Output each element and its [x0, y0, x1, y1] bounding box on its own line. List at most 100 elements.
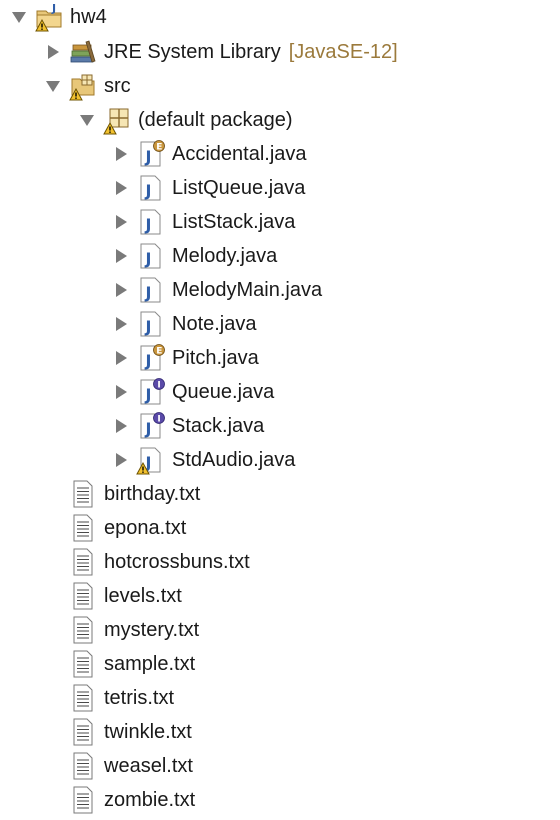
svg-text:J: J	[145, 181, 152, 200]
library-decoration: [JavaSE-12]	[288, 40, 398, 63]
expand-toggle[interactable]	[110, 307, 132, 341]
chevron-right-icon[interactable]	[115, 385, 127, 399]
java-interface-file-icon: JI	[136, 377, 166, 407]
tree-row-default-package[interactable]: (default package)	[76, 103, 293, 137]
text-file-name: weasel.txt	[104, 754, 193, 777]
tree-row-text-file[interactable]: weasel.txt	[42, 749, 193, 783]
tree-row-jre-library[interactable]: JRE System Library [JavaSE-12]	[42, 35, 398, 69]
no-toggle-spacer	[42, 647, 64, 681]
tree-row-text-file[interactable]: birthday.txt	[42, 477, 200, 511]
chevron-right-icon[interactable]	[115, 453, 127, 467]
tree-row-text-file[interactable]: hotcrossbuns.txt	[42, 545, 250, 579]
package-explorer-tree: J hw4 JRE System Library [JavaSE-12] src…	[0, 0, 560, 820]
package-name: (default package)	[138, 108, 293, 131]
java-class-file-icon: J	[136, 241, 166, 271]
collapse-toggle[interactable]	[8, 0, 30, 34]
collapse-toggle[interactable]	[42, 69, 64, 103]
chevron-right-icon[interactable]	[115, 317, 127, 331]
text-file-name: twinkle.txt	[104, 720, 192, 743]
tree-row-text-file[interactable]: zombie.txt	[42, 783, 195, 817]
svg-text:J: J	[145, 147, 152, 166]
java-file-name: Melody.java	[172, 244, 278, 267]
java-file-name: Pitch.java	[172, 346, 259, 369]
tree-row-project[interactable]: J hw4	[8, 0, 107, 34]
expand-toggle[interactable]	[110, 137, 132, 171]
chevron-right-icon[interactable]	[115, 181, 127, 195]
expand-toggle[interactable]	[110, 409, 132, 443]
src-name: src	[104, 74, 131, 97]
no-toggle-spacer	[42, 783, 64, 817]
text-file-name: epona.txt	[104, 516, 187, 539]
no-toggle-spacer	[42, 681, 64, 715]
java-file-name: Queue.java	[172, 380, 275, 403]
chevron-right-icon[interactable]	[47, 45, 59, 59]
text-file-icon	[68, 513, 98, 543]
java-file-name: Accidental.java	[172, 142, 307, 165]
chevron-down-icon[interactable]	[46, 80, 60, 92]
chevron-right-icon[interactable]	[115, 283, 127, 297]
tree-row-java-file[interactable]: J ListQueue.java	[110, 171, 305, 205]
tree-row-java-file[interactable]: J ListStack.java	[110, 205, 295, 239]
no-toggle-spacer	[42, 477, 64, 511]
tree-row-src[interactable]: src	[42, 69, 131, 103]
collapse-toggle[interactable]	[76, 103, 98, 137]
tree-row-text-file[interactable]: mystery.txt	[42, 613, 199, 647]
no-toggle-spacer	[42, 511, 64, 545]
tree-row-java-file[interactable]: J I Stack.java	[110, 409, 264, 443]
tree-row-java-file[interactable]: J I Queue.java	[110, 375, 274, 409]
svg-text:J: J	[51, 2, 56, 15]
chevron-down-icon[interactable]	[80, 114, 94, 126]
tree-row-text-file[interactable]: twinkle.txt	[42, 715, 192, 749]
java-file-name: MelodyMain.java	[172, 278, 323, 301]
chevron-right-icon[interactable]	[115, 215, 127, 229]
expand-toggle[interactable]	[110, 171, 132, 205]
expand-toggle[interactable]	[110, 273, 132, 307]
tree-row-java-file[interactable]: J Note.java	[110, 307, 257, 341]
tree-row-java-file[interactable]: J StdAudio.java	[110, 443, 295, 477]
svg-text:J: J	[145, 385, 152, 404]
tree-row-text-file[interactable]: tetris.txt	[42, 681, 174, 715]
tree-row-java-file[interactable]: J MelodyMain.java	[110, 273, 322, 307]
text-file-icon	[68, 717, 98, 747]
expand-toggle[interactable]	[42, 35, 64, 69]
no-toggle-spacer	[42, 715, 64, 749]
svg-text:I: I	[157, 381, 160, 391]
svg-text:J: J	[145, 283, 152, 302]
java-enum-file-icon: JE	[136, 343, 166, 373]
tree-row-text-file[interactable]: epona.txt	[42, 511, 186, 545]
tree-row-text-file[interactable]: levels.txt	[42, 579, 182, 613]
java-file-name: Stack.java	[172, 414, 265, 437]
chevron-right-icon[interactable]	[115, 147, 127, 161]
chevron-right-icon[interactable]	[115, 249, 127, 263]
expand-toggle[interactable]	[110, 341, 132, 375]
text-file-icon	[68, 479, 98, 509]
svg-text:J: J	[145, 249, 152, 268]
svg-text:I: I	[157, 415, 160, 425]
tree-row-java-file[interactable]: J E Pitch.java	[110, 341, 259, 375]
chevron-down-icon[interactable]	[12, 11, 26, 23]
library-name: JRE System Library	[104, 40, 281, 63]
text-file-icon	[68, 581, 98, 611]
chevron-right-icon[interactable]	[115, 419, 127, 433]
text-file-name: tetris.txt	[104, 686, 175, 709]
java-interface-file-icon: JI	[136, 411, 166, 441]
text-file-name: mystery.txt	[104, 618, 200, 641]
expand-toggle[interactable]	[110, 205, 132, 239]
java-file-name: StdAudio.java	[172, 448, 296, 471]
text-file-name: zombie.txt	[104, 788, 196, 811]
expand-toggle[interactable]	[110, 375, 132, 409]
text-file-name: levels.txt	[104, 584, 182, 607]
text-file-icon	[68, 649, 98, 679]
tree-row-text-file[interactable]: sample.txt	[42, 647, 195, 681]
tree-row-java-file[interactable]: J Melody.java	[110, 239, 277, 273]
java-class-warning-icon: J	[136, 445, 166, 475]
no-toggle-spacer	[42, 613, 64, 647]
expand-toggle[interactable]	[110, 443, 132, 477]
expand-toggle[interactable]	[110, 239, 132, 273]
text-file-icon	[68, 751, 98, 781]
text-file-icon	[68, 547, 98, 577]
tree-row-java-file[interactable]: J E Accidental.java	[110, 137, 307, 171]
source-folder-warning-icon	[68, 71, 98, 101]
no-toggle-spacer	[42, 579, 64, 613]
chevron-right-icon[interactable]	[115, 351, 127, 365]
